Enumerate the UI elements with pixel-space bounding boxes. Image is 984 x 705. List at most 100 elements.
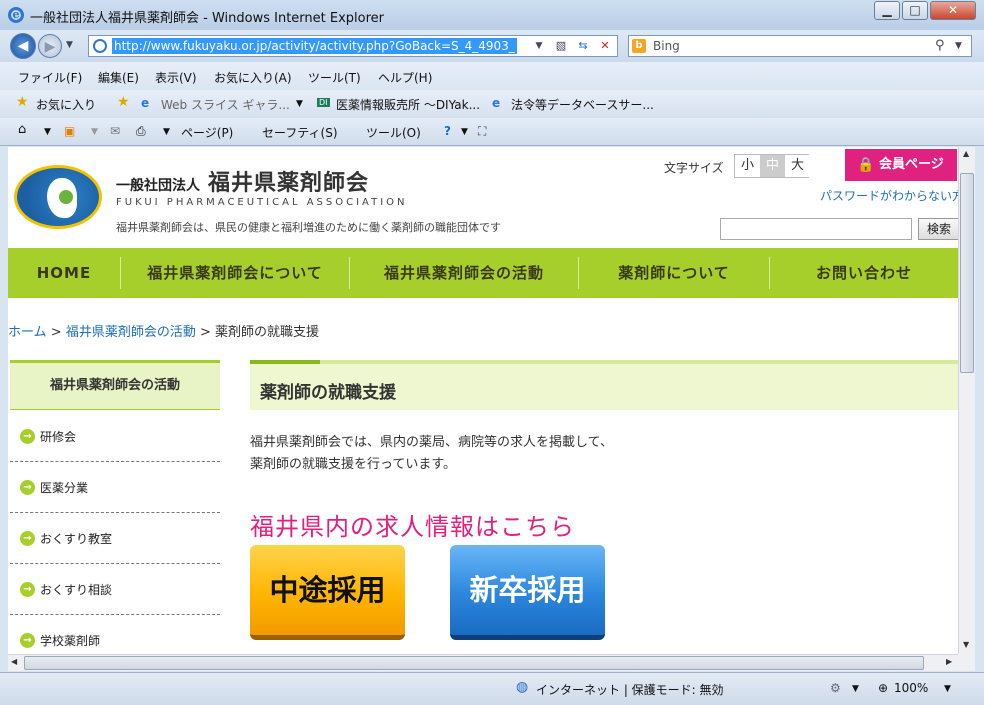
- ie-page-icon: e: [492, 96, 501, 110]
- address-url[interactable]: http://www.fukuyaku.or.jp/activity/activ…: [112, 38, 517, 54]
- nav-activities[interactable]: 福井県薬剤師会の活動: [350, 248, 578, 298]
- forgot-password-link[interactable]: パスワードがわからない方: [820, 187, 958, 204]
- sidebar-item-label: 学校薬剤師: [40, 634, 101, 648]
- horizontal-scrollbar[interactable]: ◀ ▶: [8, 654, 958, 671]
- search-options-icon[interactable]: ▼: [955, 41, 962, 51]
- mid-career-jobs-button[interactable]: 中途採用: [250, 545, 405, 640]
- help-icon[interactable]: ?: [444, 124, 451, 138]
- sidebar-item-label: おくすり相談: [40, 583, 113, 597]
- search-engine-label: Bing: [653, 39, 680, 53]
- zoom-level[interactable]: 100%: [894, 681, 928, 695]
- sidebar-heading: 福井県薬剤師会の活動: [10, 360, 220, 410]
- search-box[interactable]: b Bing ⚲ ▼: [628, 35, 972, 57]
- zoom-dropdown-icon[interactable]: ▼: [944, 684, 951, 694]
- nav-about[interactable]: 福井県薬剤師会について: [121, 248, 349, 298]
- recent-pages-dropdown-icon[interactable]: ▼: [66, 40, 73, 50]
- compatibility-view-icon[interactable]: ▧: [551, 37, 571, 55]
- arrow-circle-icon: →: [20, 429, 35, 444]
- sidebar-item-separation[interactable]: → 医薬分業: [10, 462, 220, 513]
- fav-dropdown-icon[interactable]: ▼: [296, 99, 303, 109]
- horizontal-scroll-thumb[interactable]: [24, 656, 924, 670]
- close-window-button[interactable]: ✕: [930, 1, 976, 20]
- heading-accent: [250, 360, 320, 364]
- menu-file[interactable]: ファイル(F): [18, 69, 82, 86]
- scroll-down-icon[interactable]: ▼: [963, 640, 969, 649]
- forward-button[interactable]: ▶: [38, 34, 62, 58]
- menu-favorites[interactable]: お気に入り(A): [214, 69, 292, 86]
- content-heading-bar: 薬剤師の就職支援: [250, 360, 958, 410]
- command-bar: ⌂ ▼ ▣ ▼ ✉ ⎙ ▼ ページ(P) セーフティ(S) ツール(O) ? ▼…: [0, 118, 984, 146]
- site-search-button[interactable]: 検索: [918, 218, 958, 240]
- scroll-up-icon[interactable]: ▲: [963, 149, 969, 158]
- breadcrumb-sep: >: [50, 325, 62, 340]
- menu-view[interactable]: 表示(V): [155, 69, 197, 86]
- help-dropdown-icon[interactable]: ▼: [461, 127, 468, 137]
- vertical-scrollbar[interactable]: ▲ ▼: [958, 147, 975, 654]
- home-dropdown-icon[interactable]: ▼: [44, 127, 51, 137]
- sidebar-item-medicine-consult[interactable]: → おくすり相談: [10, 564, 220, 615]
- favorites-star-icon: ★: [16, 94, 29, 110]
- safety-menu[interactable]: セーフティ(S): [262, 124, 338, 141]
- add-favorite-icon[interactable]: ★: [117, 94, 130, 110]
- menu-edit[interactable]: 編集(E): [98, 69, 139, 86]
- window-titlebar: e 一般社団法人福井県薬剤師会 - Windows Internet Explo…: [0, 0, 984, 30]
- association-logo[interactable]: [14, 165, 102, 229]
- arrow-circle-icon: →: [20, 531, 35, 546]
- nav-pharmacists[interactable]: 薬剤師について: [579, 248, 769, 298]
- sidebar-item-label: 研修会: [40, 430, 77, 444]
- refresh-icon[interactable]: ⇆: [573, 37, 593, 55]
- sidebar-item-medicine-class[interactable]: → おくすり教室: [10, 513, 220, 564]
- tools-menu[interactable]: ツール(O): [366, 124, 421, 141]
- mail-icon[interactable]: ✉: [110, 124, 120, 138]
- print-dropdown-icon[interactable]: ▼: [163, 127, 170, 137]
- site-search-input[interactable]: [720, 218, 912, 240]
- page-favicon-icon: [93, 39, 107, 53]
- address-bar[interactable]: http://www.fukuyaku.or.jp/activity/activ…: [88, 35, 618, 57]
- status-bar: ◍ インターネット | 保護モード: 無効 ⚙ ▼ ⊕ 100% ▼: [0, 672, 984, 705]
- scroll-left-icon[interactable]: ◀: [11, 657, 17, 666]
- security-zone[interactable]: インターネット | 保護モード: 無効: [536, 681, 724, 698]
- feeds-icon[interactable]: ▣: [64, 124, 75, 138]
- print-icon[interactable]: ⎙: [136, 124, 146, 139]
- font-size-small-button[interactable]: 小: [735, 155, 760, 177]
- page-title: 薬剤師の就職支援: [260, 383, 396, 403]
- menu-tools[interactable]: ツール(T): [308, 69, 361, 86]
- search-icon[interactable]: ⚲: [935, 38, 945, 53]
- font-size-medium-button[interactable]: 中: [760, 155, 785, 177]
- nav-home[interactable]: HOME: [8, 248, 120, 298]
- back-button[interactable]: ◀: [10, 33, 36, 59]
- breadcrumb-home[interactable]: ホーム: [8, 325, 47, 340]
- sidebar-item-label: 医薬分業: [40, 481, 89, 495]
- fav-law-db[interactable]: 法令等データベースサー...: [511, 96, 654, 113]
- sidebar-item-school-pharmacist[interactable]: → 学校薬剤師: [10, 615, 220, 654]
- member-page-button[interactable]: 🔒 会員ページ: [845, 149, 957, 181]
- breadcrumb-current: 薬剤師の就職支援: [215, 325, 320, 340]
- minimize-button[interactable]: ▁: [874, 1, 900, 20]
- font-size-large-button[interactable]: 大: [785, 155, 810, 177]
- sidebar-item-training[interactable]: → 研修会: [10, 411, 220, 462]
- nav-contact[interactable]: お問い合わせ: [770, 248, 958, 298]
- window-title: 一般社団法人福井県薬剤師会 - Windows Internet Explore…: [30, 11, 384, 26]
- home-icon[interactable]: ⌂: [18, 122, 26, 137]
- logo-clover-icon: [59, 190, 73, 204]
- fav-web-slice[interactable]: Web スライス ギャラ...: [161, 96, 290, 113]
- protected-dropdown-icon[interactable]: ▼: [852, 684, 859, 694]
- job-info-heading: 福井県内の求人情報はこちら: [250, 513, 575, 541]
- scroll-right-icon[interactable]: ▶: [946, 657, 952, 666]
- vertical-scroll-thumb[interactable]: [960, 173, 974, 373]
- zoom-icon: ⊕: [878, 681, 889, 695]
- research-icon[interactable]: ⛶: [478, 124, 486, 139]
- org-name[interactable]: 福井県薬剤師会: [208, 165, 369, 197]
- protected-mode-icon[interactable]: ⚙: [830, 681, 841, 695]
- maximize-button[interactable]: □: [902, 1, 928, 20]
- new-graduate-jobs-button[interactable]: 新卒採用: [450, 545, 605, 640]
- stop-icon[interactable]: ✕: [595, 37, 615, 55]
- menu-help[interactable]: ヘルプ(H): [378, 69, 432, 86]
- address-dropdown-icon[interactable]: ▼: [529, 37, 549, 55]
- feeds-dropdown-icon[interactable]: ▼: [91, 127, 98, 137]
- page-menu[interactable]: ページ(P): [181, 124, 233, 141]
- fav-diyak[interactable]: 医薬情報販売所 〜DIYak...: [336, 96, 480, 113]
- favorites-button[interactable]: お気に入り: [36, 96, 96, 113]
- breadcrumb-parent[interactable]: 福井県薬剤師会の活動: [66, 325, 196, 340]
- font-size-label: 文字サイズ: [664, 161, 724, 175]
